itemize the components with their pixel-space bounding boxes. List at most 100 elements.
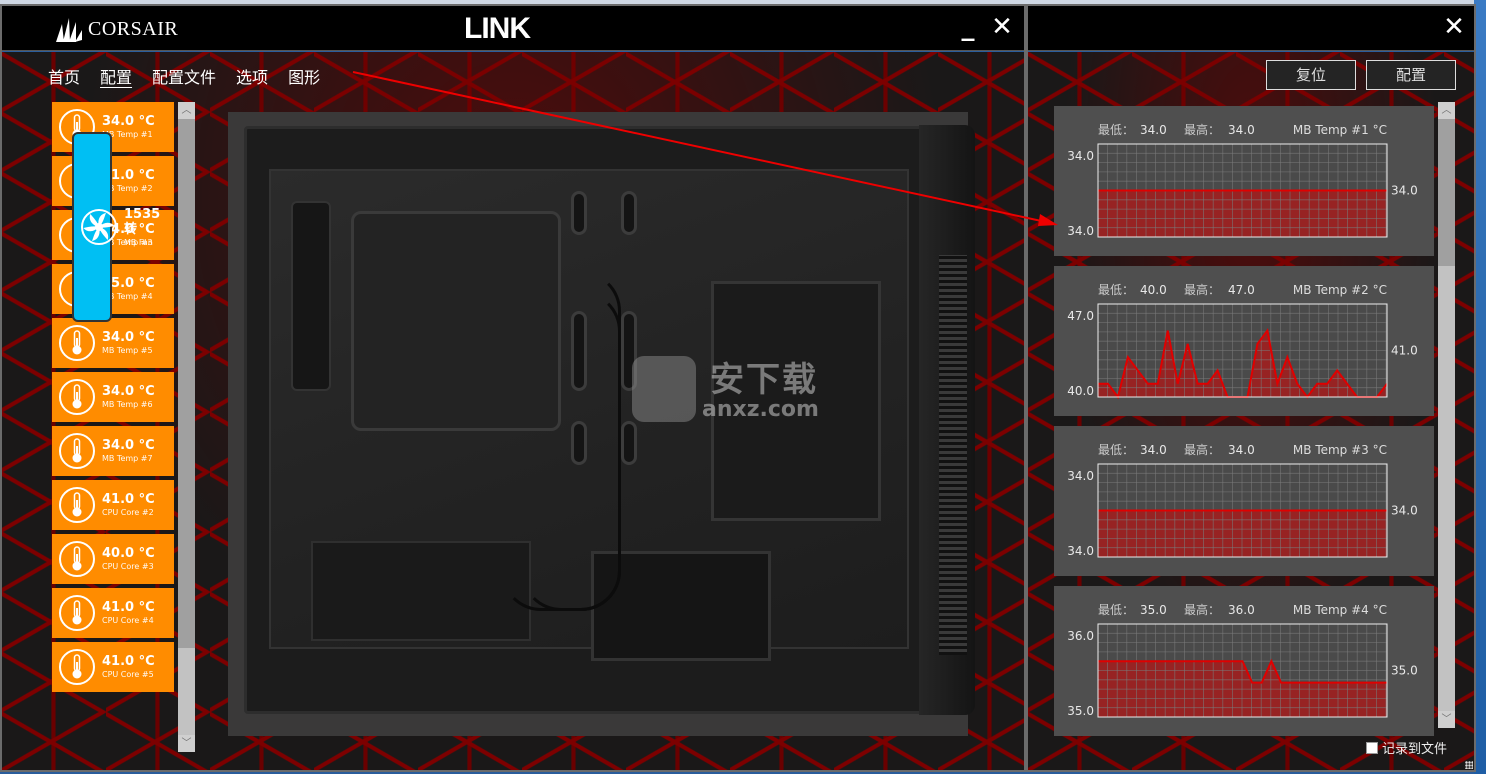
main-content: 首页 配置 配置文件 选项 图形 34.0 °C MB Temp #1 41.0 °C MB … xyxy=(2,52,1024,770)
sensor-chart: 最低： 40.0 最高： 47.0 MB Temp #2 °C 47.0 40.0 41.0 xyxy=(1067,282,1418,400)
corsair-sails-icon xyxy=(56,18,82,42)
scroll-down-arrow[interactable]: ﹀ xyxy=(178,735,195,752)
sensor-list-scrollbar[interactable]: ︿ ﹀ xyxy=(178,102,195,752)
sensor-tile[interactable]: 41.0 °C CPU Core #2 xyxy=(52,480,174,530)
y-min-label: 34.0 xyxy=(1067,224,1094,238)
watermark-en: anxz.com xyxy=(702,397,819,422)
thermometer-icon xyxy=(59,325,95,361)
thermometer-icon xyxy=(59,541,95,577)
current-value-label: 34.0 xyxy=(1391,504,1418,518)
nav-tab-1[interactable]: 配置 xyxy=(100,64,132,88)
graph-title-bar[interactable]: ✕ xyxy=(1028,6,1474,51)
cable-cutout xyxy=(621,421,637,465)
sensor-value: 41.0 °C xyxy=(102,492,155,507)
sensor-tile-text: 34.0 °C MB Temp #5 xyxy=(102,330,155,356)
series-area xyxy=(1098,510,1387,557)
chart-scroll-down-arrow[interactable]: ﹀ xyxy=(1438,711,1455,728)
chart-card: 最低： 35.0 最高： 36.0 MB Temp #4 °C 36.0 35.0 35.0 xyxy=(1054,586,1434,736)
sensor-tile[interactable]: 34.0 °C MB Temp #5 xyxy=(52,318,174,368)
thermometer-icon xyxy=(59,649,95,685)
chart-scroll-up-arrow[interactable]: ︿ xyxy=(1438,102,1455,119)
sensor-tile[interactable]: 34.0 °C MB Temp #7 xyxy=(52,426,174,476)
chart-list-scrollbar[interactable]: ︿ ﹀ xyxy=(1438,102,1455,728)
watermark-cn: 安下载 xyxy=(710,360,818,400)
psu-shroud xyxy=(311,541,531,641)
min-value: 34.0 xyxy=(1140,123,1167,137)
min-prefix: 最低： xyxy=(1098,283,1134,297)
log-to-file-checkbox[interactable]: 记录到文件 xyxy=(1366,738,1447,757)
close-button[interactable]: ✕ xyxy=(988,12,1016,42)
max-value: 34.0 xyxy=(1228,443,1255,457)
sensor-value: 41.0 °C xyxy=(102,654,155,669)
y-min-label: 35.0 xyxy=(1067,704,1094,718)
sensor-value: 41.0 °C xyxy=(102,600,155,615)
sensor-tile[interactable]: 41.0 °C MB Temp #2 xyxy=(52,156,174,206)
sensor-label: MB Temp #6 xyxy=(102,400,153,409)
max-value: 34.0 xyxy=(1228,123,1255,137)
min-prefix: 最低： xyxy=(1098,603,1134,617)
cable-cutout xyxy=(621,191,637,235)
max-prefix: 最高： xyxy=(1184,282,1220,297)
min-value: 35.0 xyxy=(1140,603,1167,617)
sensor-value: 40.0 °C xyxy=(102,546,155,561)
nav-tab-3[interactable]: 选项 xyxy=(236,64,268,88)
sensor-tile-text: 41.0 °C CPU Core #4 xyxy=(102,600,155,626)
sensor-label: CPU Core #3 xyxy=(102,562,154,571)
chart-title: MB Temp #4 °C xyxy=(1293,603,1387,617)
sensor-label: MB Temp #7 xyxy=(102,454,153,463)
current-value-label: 41.0 xyxy=(1391,344,1418,358)
checkbox-box[interactable] xyxy=(1366,741,1378,754)
sensor-value: 34.0 °C xyxy=(102,384,155,399)
y-max-label: 47.0 xyxy=(1067,309,1094,323)
thermometer-icon xyxy=(59,379,95,415)
sensor-tile[interactable]: 41.0 °C CPU Core #4 xyxy=(52,588,174,638)
sensor-label: CPU Core #5 xyxy=(102,670,154,679)
resize-grip[interactable] xyxy=(1465,761,1473,769)
min-prefix: 最低： xyxy=(1098,443,1134,457)
sensor-tile[interactable]: 34.0 °C MB Temp #1 xyxy=(52,102,174,152)
max-value: 47.0 xyxy=(1228,283,1255,297)
config-button[interactable]: 配置 xyxy=(1366,60,1456,90)
chart-scroll-track[interactable] xyxy=(1438,266,1455,728)
sensor-label: MB Temp #5 xyxy=(102,346,153,355)
nav-tab-0[interactable]: 首页 xyxy=(48,64,80,88)
rear-fan xyxy=(291,201,331,391)
min-value: 34.0 xyxy=(1140,443,1167,457)
min-prefix: 最低： xyxy=(1098,123,1134,137)
sensor-value: 1535 转 xyxy=(124,206,161,237)
sensor-tile-list: 34.0 °C MB Temp #1 41.0 °C MB Temp #2 34.0 °… xyxy=(52,102,174,696)
sensor-tile[interactable]: 1535 转 MB Fan xyxy=(72,132,160,322)
nav-tab-2[interactable]: 配置文件 xyxy=(152,64,216,88)
scroll-up-arrow[interactable]: ︿ xyxy=(178,102,195,119)
nav-tab-4[interactable]: 图形 xyxy=(288,64,320,88)
max-value: 36.0 xyxy=(1228,603,1255,617)
sensor-tile[interactable]: 40.0 °C CPU Core #3 xyxy=(52,534,174,584)
sensor-label: CPU Core #4 xyxy=(102,616,154,625)
watermark-shield-icon xyxy=(632,356,696,422)
max-prefix: 最高： xyxy=(1184,602,1220,617)
current-value-label: 35.0 xyxy=(1391,664,1418,678)
series-area xyxy=(1098,190,1387,237)
sensor-tile[interactable]: 34.0 °C MB Temp #6 xyxy=(52,372,174,422)
sensor-tile-text: 41.0 °C CPU Core #5 xyxy=(102,654,155,680)
sensor-chart: 最低： 34.0 最高： 34.0 MB Temp #1 °C 34.0 34.0 34.0 xyxy=(1067,122,1417,238)
chart-title: MB Temp #2 °C xyxy=(1293,283,1387,297)
cable xyxy=(521,271,621,611)
sensor-tile[interactable]: 41.0 °C CPU Core #5 xyxy=(52,642,174,692)
thermometer-icon xyxy=(59,595,95,631)
y-max-label: 34.0 xyxy=(1067,469,1094,483)
title-bar[interactable]: CORSAIR LINK _ ✕ xyxy=(2,6,1024,51)
sensor-value: 34.0 °C xyxy=(102,330,155,345)
y-min-label: 34.0 xyxy=(1067,544,1094,558)
minimize-button[interactable]: _ xyxy=(954,12,982,42)
watermark: 安下载 anxz.com xyxy=(632,352,819,422)
y-min-label: 40.0 xyxy=(1067,384,1094,398)
main-nav: 首页 配置 配置文件 选项 图形 xyxy=(48,64,320,88)
max-prefix: 最高： xyxy=(1184,442,1220,457)
graph-close-button[interactable]: ✕ xyxy=(1440,12,1468,42)
sensor-label: MB Fan xyxy=(124,237,153,247)
thermometer-icon xyxy=(59,433,95,469)
reset-button[interactable]: 复位 xyxy=(1266,60,1356,90)
sensor-tile-text: 1535 转 MB Fan xyxy=(124,207,160,248)
sensor-tile[interactable]: 35.0 °C MB Temp #4 xyxy=(52,264,174,314)
